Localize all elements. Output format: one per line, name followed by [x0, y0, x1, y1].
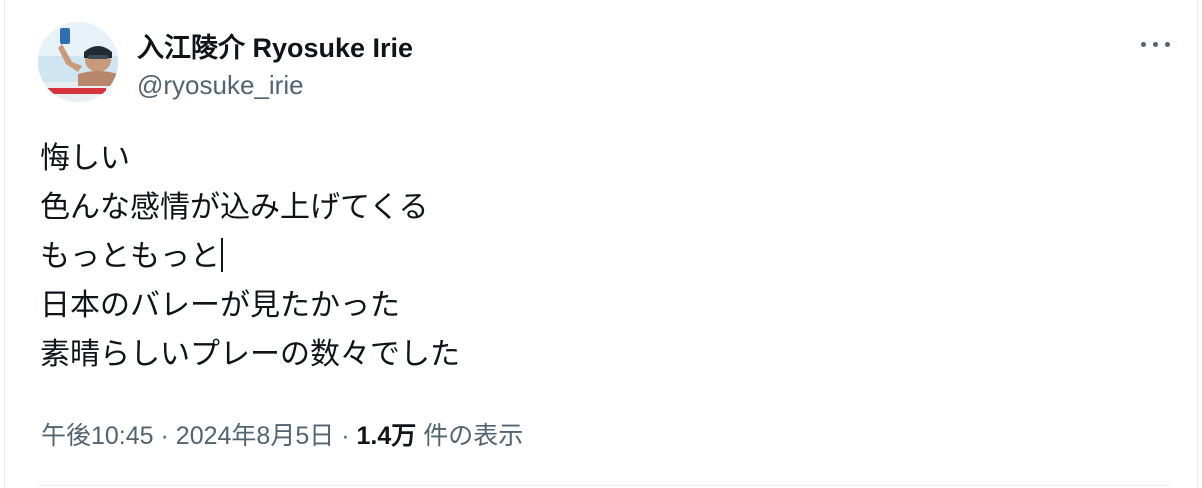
- tweet-line: 素晴らしいプレーの数々でした: [40, 338, 460, 371]
- display-name[interactable]: 入江陵介 Ryosuke Irie: [137, 26, 413, 65]
- user-handle[interactable]: @ryosuke_irie: [137, 70, 304, 101]
- views-label: 件の表示: [423, 422, 524, 450]
- tweet-line: もっともっと: [40, 232, 460, 281]
- avatar-photo-icon: [38, 22, 118, 102]
- tweet-line: 悔しい: [40, 142, 130, 175]
- tweet-meta: 午後10:45 · 2024年8月5日 · 1.4万 件の表示: [41, 416, 523, 452]
- tweet-text: 悔しい 色んな感情が込み上げてくる もっともっと 日本のバレーが見たかった 素晴…: [40, 134, 460, 379]
- tweet-card: 入江陵介 Ryosuke Irie @ryosuke_irie 悔しい 色んな感…: [4, 0, 1198, 488]
- tweet-line: 日本のバレーが見たかった: [40, 289, 400, 322]
- meta-separator: ·: [160, 422, 169, 450]
- meta-separator: ·: [341, 422, 350, 450]
- tweet-time[interactable]: 午後10:45: [41, 422, 154, 450]
- more-dot-2: [1153, 42, 1158, 47]
- text-cursor: [221, 238, 223, 272]
- tweet-line-text: もっともっと: [40, 240, 220, 273]
- avatar[interactable]: [38, 22, 118, 102]
- tweet-date[interactable]: 2024年8月5日: [176, 422, 334, 450]
- divider: [39, 485, 1169, 486]
- more-dot-1: [1141, 42, 1146, 47]
- more-icon[interactable]: [1133, 30, 1177, 58]
- tweet-line: 色んな感情が込み上げてくる: [40, 191, 429, 224]
- views-count: 1.4万: [356, 422, 417, 450]
- more-dot-3: [1165, 42, 1170, 47]
